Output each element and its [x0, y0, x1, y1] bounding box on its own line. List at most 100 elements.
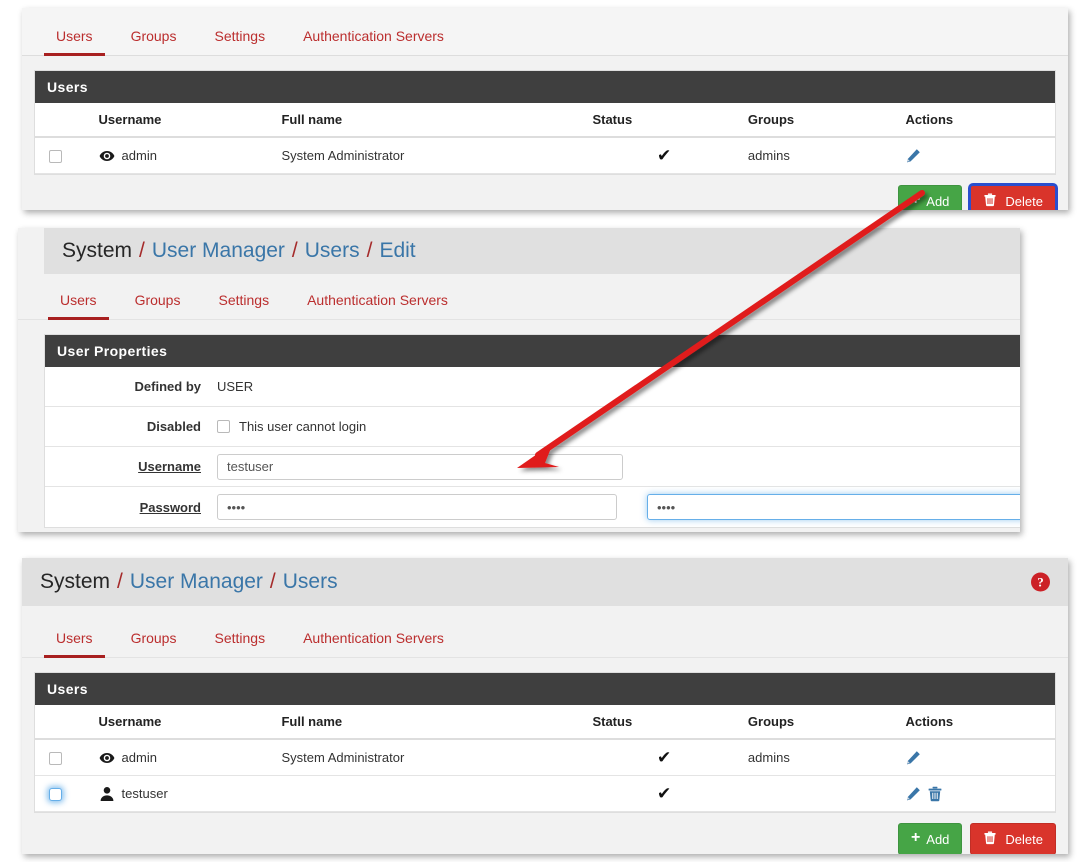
button-bar-top: + Add Delete	[22, 175, 1068, 210]
field-row-disabled: Disabled This user cannot login	[45, 407, 1020, 447]
row-fullname-cell: System Administrator	[275, 137, 587, 174]
tab-groups[interactable]: Groups	[119, 630, 189, 657]
status-check-icon: ✔	[657, 784, 672, 803]
status-check-icon: ✔	[657, 146, 672, 165]
breadcrumb-users[interactable]: Users	[305, 239, 360, 263]
table-row[interactable]: testuser ✔	[35, 775, 1055, 812]
add-button[interactable]: + Add	[897, 823, 963, 854]
tab-settings[interactable]: Settings	[206, 292, 281, 319]
disabled-label: Disabled	[146, 419, 201, 434]
breadcrumb-separator: /	[269, 570, 276, 593]
password-confirm-input[interactable]	[647, 494, 1020, 520]
table-row[interactable]: admin System Administrator ✔ admins	[35, 137, 1055, 174]
row-select-checkbox[interactable]	[49, 150, 62, 164]
breadcrumb-separator: /	[291, 239, 298, 262]
col-fullname-header: Full name	[275, 103, 587, 138]
tab-settings-label: Settings	[218, 292, 270, 308]
tab-authentication-servers[interactable]: Authentication Servers	[291, 28, 456, 55]
panel-users-list-bottom: System / User Manager / Users ? Users Gr…	[22, 558, 1068, 854]
delete-button-label: Delete	[1005, 193, 1043, 209]
breadcrumb-separator: /	[117, 570, 123, 593]
row-fullname-cell: System Administrator	[275, 739, 587, 776]
help-question-icon[interactable]: ?	[1031, 572, 1050, 592]
breadcrumb-user-manager[interactable]: User Manager	[152, 239, 285, 263]
tab-bar-bottom: Users Groups Settings Authentication Ser…	[22, 606, 1068, 658]
col-status-header: Status	[586, 103, 742, 138]
tab-bar-middle: Users Groups Settings Authentication Ser…	[18, 274, 1020, 320]
add-button-label: Add	[926, 831, 950, 847]
add-button-label: Add	[926, 193, 950, 209]
edit-pencil-icon[interactable]	[905, 786, 921, 802]
tab-groups[interactable]: Groups	[119, 28, 189, 55]
delete-button[interactable]: Delete	[970, 185, 1056, 210]
tab-auth-servers-label: Authentication Servers	[307, 292, 448, 308]
tab-users-label: Users	[56, 630, 93, 646]
users-table-bottom: Username Full name Status Groups Actions	[35, 705, 1055, 812]
username-label: Username	[138, 459, 201, 474]
tab-users[interactable]: Users	[44, 28, 105, 56]
username-text: admin	[121, 148, 157, 163]
row-select-cell	[35, 137, 79, 174]
eye-icon	[99, 148, 115, 164]
person-icon	[99, 786, 115, 802]
row-fullname-cell	[275, 775, 587, 812]
col-username-header: Username	[78, 103, 276, 138]
tab-authentication-servers[interactable]: Authentication Servers	[295, 292, 460, 319]
tab-groups-label: Groups	[130, 28, 177, 44]
add-button[interactable]: + Add	[897, 185, 963, 210]
edit-pencil-icon[interactable]	[905, 148, 921, 164]
tab-settings[interactable]: Settings	[202, 28, 277, 55]
col-groups-header: Groups	[741, 705, 900, 740]
users-table-title-top: Users	[35, 71, 1055, 103]
row-actions-cell	[899, 775, 1055, 812]
tab-groups[interactable]: Groups	[123, 292, 193, 319]
table-row[interactable]: admin System Administrator ✔ admins	[35, 739, 1055, 776]
field-row-password: Password	[45, 487, 1020, 527]
breadcrumb-edit[interactable]: Edit	[379, 239, 415, 263]
panel-user-edit-middle: System / User Manager / Users / Edit Use…	[18, 228, 1020, 532]
row-status-cell: ✔	[586, 775, 742, 812]
breadcrumb-user-manager[interactable]: User Manager	[130, 570, 263, 594]
disabled-value: This user cannot login	[217, 419, 1020, 434]
screenshot-root: Users Groups Settings Authentication Ser…	[0, 0, 1091, 862]
row-select-checkbox[interactable]	[49, 788, 62, 802]
row-actions-cell	[899, 739, 1055, 776]
username-input[interactable]	[217, 453, 623, 480]
tab-users-label: Users	[56, 28, 93, 44]
table-header-row: Username Full name Status Groups Actions	[35, 103, 1055, 138]
row-username-cell: testuser	[78, 775, 276, 812]
breadcrumb-separator: /	[139, 239, 145, 262]
tab-groups-label: Groups	[134, 292, 181, 308]
row-username-cell: admin	[78, 137, 276, 174]
delete-trash-icon[interactable]	[927, 786, 943, 802]
username-value	[217, 453, 1020, 480]
delete-button[interactable]: Delete	[970, 823, 1056, 854]
panel-users-list-top: Users Groups Settings Authentication Ser…	[22, 8, 1068, 210]
tab-users[interactable]: Users	[44, 630, 105, 658]
tab-bar-top: Users Groups Settings Authentication Ser…	[22, 8, 1068, 56]
edit-pencil-icon[interactable]	[905, 750, 921, 766]
disabled-checkbox[interactable]	[217, 420, 230, 433]
breadcrumb-root: System	[62, 239, 133, 262]
breadcrumb-separator: /	[366, 239, 373, 262]
breadcrumb-root: System	[40, 570, 111, 593]
user-properties-title: User Properties	[45, 335, 1020, 367]
eye-icon	[99, 750, 115, 766]
row-select-checkbox[interactable]	[49, 752, 62, 766]
tab-settings-label: Settings	[214, 28, 266, 44]
password-input[interactable]	[217, 494, 617, 520]
tab-users[interactable]: Users	[48, 292, 109, 320]
field-row-defined-by: Defined by USER	[45, 367, 1020, 407]
tab-authentication-servers[interactable]: Authentication Servers	[291, 630, 456, 657]
row-status-cell: ✔	[586, 137, 742, 174]
tab-auth-servers-label: Authentication Servers	[303, 28, 444, 44]
col-username-header: Username	[78, 705, 276, 740]
row-groups-cell: admins	[741, 137, 900, 174]
row-username-cell: admin	[78, 739, 276, 776]
password-label: Password	[139, 499, 201, 515]
breadcrumb-bottom: System / User Manager / Users ?	[22, 558, 1068, 606]
disabled-checkbox-label: This user cannot login	[239, 419, 367, 434]
tab-settings[interactable]: Settings	[202, 630, 277, 657]
breadcrumb-users[interactable]: Users	[283, 570, 338, 594]
defined-by-value: USER	[217, 379, 254, 394]
